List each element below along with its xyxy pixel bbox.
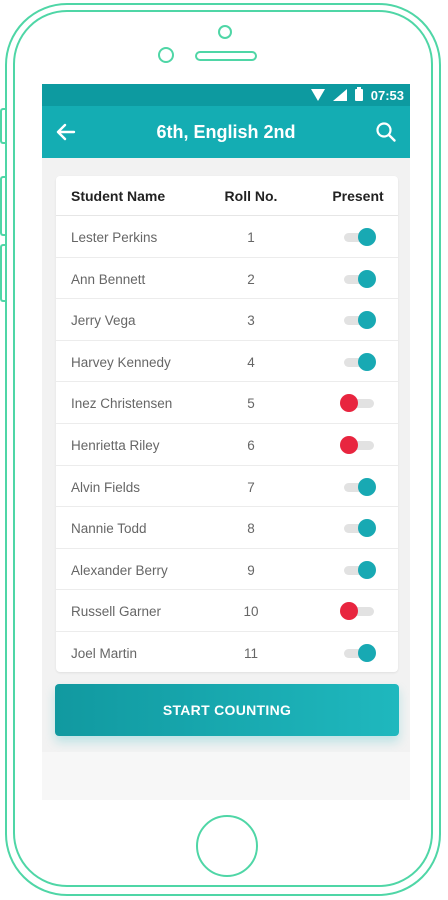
phone-camera <box>158 47 174 63</box>
toggle-knob <box>358 643 376 662</box>
toggle-knob <box>358 269 376 288</box>
present-toggle[interactable] <box>340 269 376 288</box>
toggle-knob <box>358 352 376 371</box>
student-name: Inez Christensen <box>71 396 173 412</box>
toggle-knob <box>358 477 376 496</box>
toggle-knob <box>358 228 376 246</box>
wifi-icon <box>310 89 325 101</box>
roll-number: 9 <box>247 562 255 578</box>
status-time: 07:53 <box>370 87 404 103</box>
table-row: Nannie Todd 8 <box>56 507 398 549</box>
student-name: Russell Garner <box>71 604 162 620</box>
roll-number: 5 <box>247 396 255 412</box>
toggle-knob <box>358 519 376 538</box>
present-toggle[interactable] <box>340 311 376 330</box>
student-name: Jerry Vega <box>71 313 136 329</box>
table-row: Jerry Vega 3 <box>56 299 398 341</box>
table-row: Lester Perkins 1 <box>56 216 398 258</box>
toggle-knob <box>340 394 358 413</box>
table-row: Inez Christensen 5 <box>56 382 398 424</box>
battery-icon <box>354 87 363 101</box>
search-icon[interactable] <box>374 120 398 144</box>
screen-bottom-area <box>42 752 410 800</box>
header-student-name: Student Name <box>71 188 166 204</box>
page-title: 6th, English 2nd <box>156 122 296 142</box>
roll-number: 6 <box>247 437 255 453</box>
student-name: Joel Martin <box>71 645 138 661</box>
start-counting-button[interactable]: START COUNTING <box>55 684 399 736</box>
roll-number: 4 <box>247 354 255 370</box>
roll-number: 7 <box>247 479 255 495</box>
table-row: Alvin Fields 7 <box>56 466 398 508</box>
app-screen: 07:53 6th, English 2nd Student Name Roll… <box>42 84 410 800</box>
student-list: Lester Perkins 1 Ann Bennett 2 Jerry Vega 3 Ha… <box>56 216 398 674</box>
present-toggle[interactable] <box>340 435 376 454</box>
present-toggle[interactable] <box>340 560 376 579</box>
table-row: Henrietta Riley 6 <box>56 424 398 466</box>
status-bar: 07:53 <box>42 84 410 106</box>
present-toggle[interactable] <box>340 519 376 538</box>
table-row: Joel Martin 11 <box>56 632 398 674</box>
phone-side-button <box>0 176 6 236</box>
roll-number: 11 <box>243 645 258 661</box>
present-toggle[interactable] <box>340 394 376 413</box>
toggle-knob <box>358 560 376 579</box>
header-present: Present <box>332 188 384 204</box>
table-row: Alexander Berry 9 <box>56 549 398 591</box>
roll-number: 8 <box>247 521 255 537</box>
student-name: Lester Perkins <box>71 230 158 245</box>
roll-number: 2 <box>247 271 255 287</box>
toggle-knob <box>340 435 358 454</box>
toggle-knob <box>358 311 376 330</box>
phone-side-button <box>0 108 6 144</box>
table-header: Student Name Roll No. Present <box>56 176 398 216</box>
student-name: Alvin Fields <box>71 479 141 495</box>
present-toggle[interactable] <box>340 228 376 246</box>
phone-side-button <box>0 244 6 302</box>
phone-home-button[interactable] <box>196 815 258 877</box>
table-row: Harvey Kennedy 4 <box>56 341 398 383</box>
phone-speaker <box>195 51 257 61</box>
table-row: Ann Bennett 2 <box>56 258 398 300</box>
student-name: Henrietta Riley <box>71 437 160 453</box>
roll-number: 3 <box>247 313 255 329</box>
roll-number: 1 <box>247 230 255 245</box>
present-toggle[interactable] <box>340 477 376 496</box>
phone-earpiece <box>218 25 232 39</box>
roll-number: 10 <box>243 604 259 620</box>
student-name: Harvey Kennedy <box>71 354 171 370</box>
student-name: Alexander Berry <box>71 562 168 578</box>
signal-icon <box>332 89 347 101</box>
present-toggle[interactable] <box>340 352 376 371</box>
attendance-card: Student Name Roll No. Present Lester Per… <box>56 176 398 672</box>
table-row: Russell Garner 10 <box>56 590 398 632</box>
app-bar: 6th, English 2nd <box>42 106 410 158</box>
student-name: Nannie Todd <box>71 521 147 537</box>
student-name: Ann Bennett <box>71 271 146 287</box>
toggle-knob <box>340 602 358 621</box>
header-roll-no: Roll No. <box>224 188 278 204</box>
present-toggle[interactable] <box>340 602 376 621</box>
present-toggle[interactable] <box>340 643 376 662</box>
